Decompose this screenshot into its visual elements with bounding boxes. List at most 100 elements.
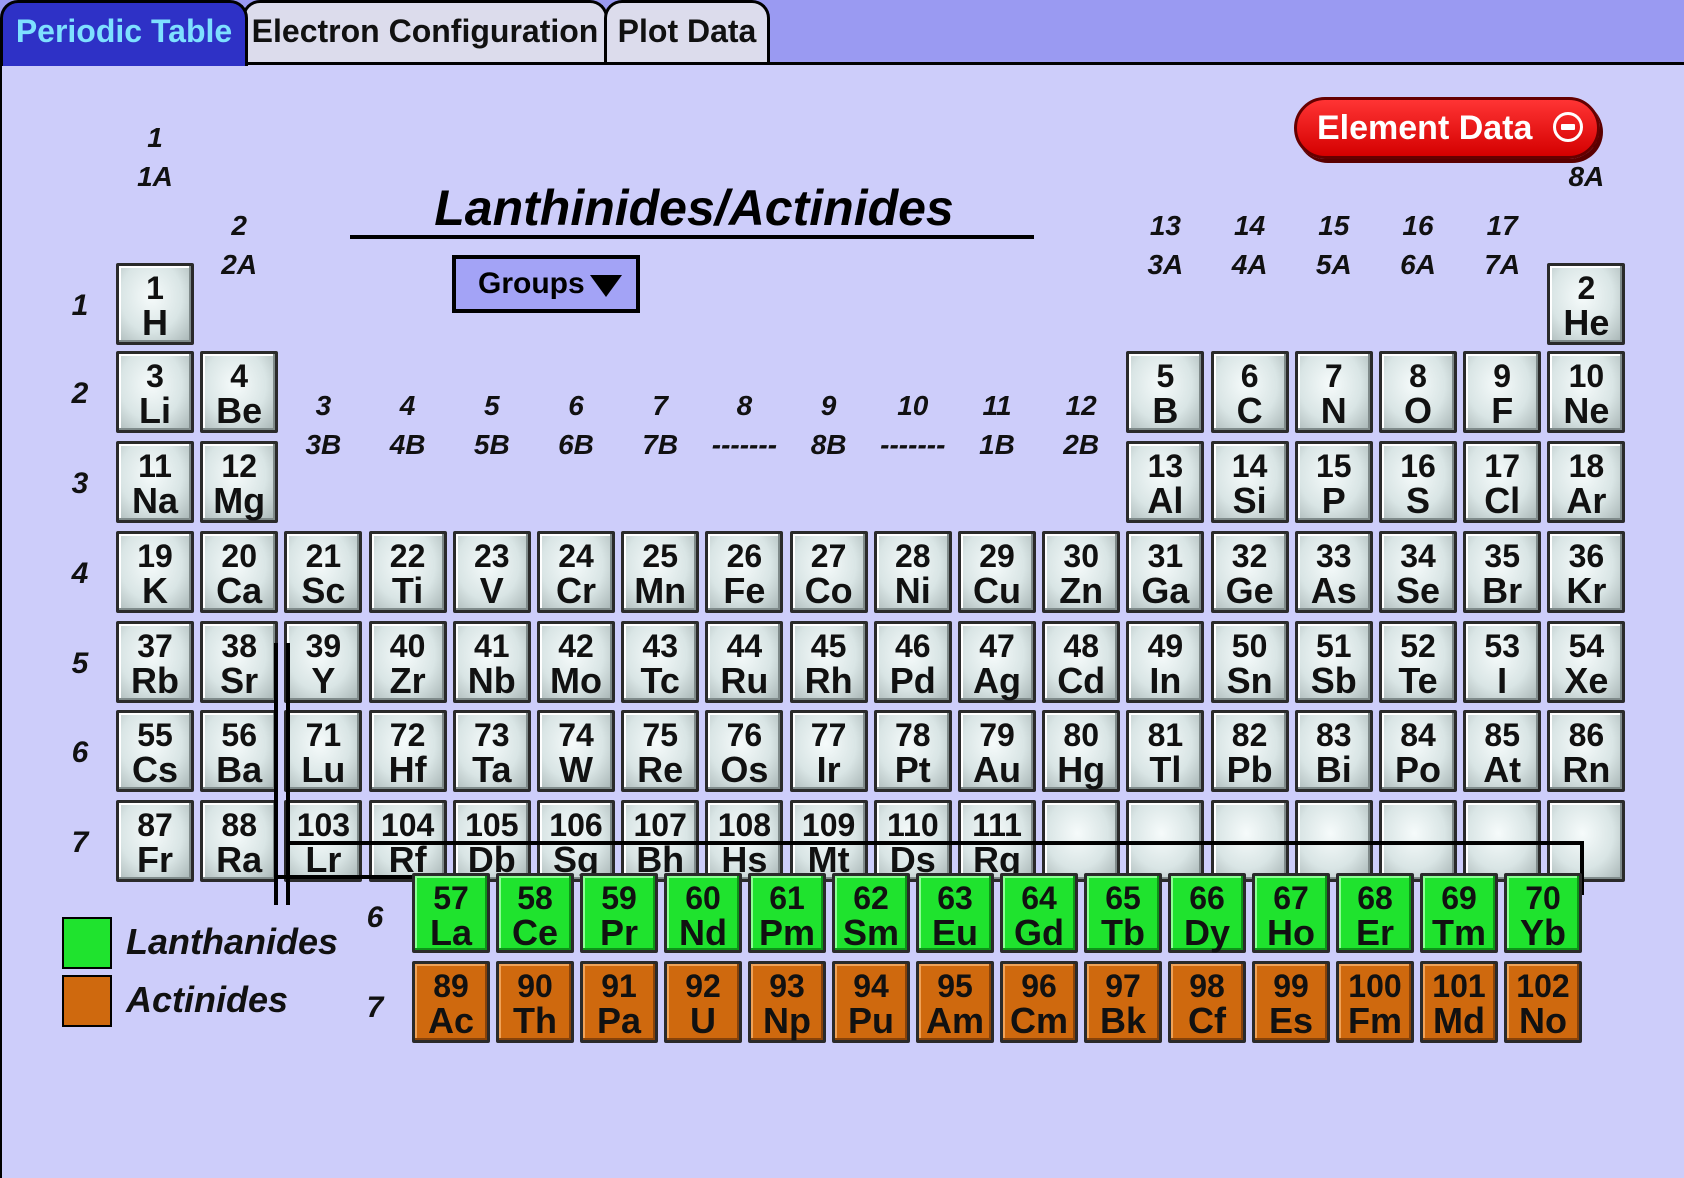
element-cell-cr[interactable]: 24 Cr [537,531,615,613]
element-cell-ra[interactable]: 88 Ra [200,800,279,882]
element-cell-es[interactable]: 99 Es [1252,961,1330,1043]
element-cell-cd[interactable]: 48 Cd [1042,621,1121,703]
element-cell-p[interactable]: 15 P [1294,441,1373,523]
element-cell-y[interactable]: 39 Y [284,621,363,703]
element-cell-lu[interactable]: 71 Lu [284,710,363,792]
element-cell-no[interactable]: 102 No [1504,961,1582,1043]
element-cell-sn[interactable]: 50 Sn [1210,621,1289,703]
element-cell-la[interactable]: 57 La [412,873,490,953]
element-cell-nd[interactable]: 60 Nd [664,873,742,953]
element-cell-li[interactable]: 3 Li [116,351,194,433]
element-cell-ga[interactable]: 31 Ga [1126,531,1205,613]
tab-periodic-table[interactable]: Periodic Table [0,0,248,66]
element-cell-in[interactable]: 49 In [1126,621,1205,703]
element-cell-rh[interactable]: 45 Rh [789,621,868,703]
element-cell-pr[interactable]: 59 Pr [580,873,658,953]
element-cell-w[interactable]: 74 W [537,710,615,792]
element-cell-pa[interactable]: 91 Pa [580,961,658,1043]
groups-dropdown[interactable]: Groups [452,255,640,313]
element-cell-os[interactable]: 76 Os [705,710,784,792]
element-cell-er[interactable]: 68 Er [1336,873,1414,953]
element-cell-rn[interactable]: 86 Rn [1547,710,1626,792]
element-cell-pd[interactable]: 46 Pd [873,621,952,703]
element-cell-pu[interactable]: 94 Pu [832,961,910,1043]
element-cell-pt[interactable]: 78 Pt [873,710,952,792]
element-cell-pm[interactable]: 61 Pm [748,873,826,953]
element-cell-br[interactable]: 35 Br [1463,531,1542,613]
element-cell-ge[interactable]: 32 Ge [1210,531,1289,613]
element-cell-at[interactable]: 85 At [1463,710,1542,792]
element-cell-s[interactable]: 16 S [1379,441,1457,523]
element-cell-tc[interactable]: 43 Tc [621,621,700,703]
element-cell-ru[interactable]: 44 Ru [705,621,784,703]
element-cell-si[interactable]: 14 Si [1210,441,1289,523]
element-cell-b[interactable]: 5B [1126,351,1205,433]
element-cell-ir[interactable]: 77 Ir [789,710,868,792]
element-cell-al[interactable]: 13 Al [1126,441,1205,523]
element-cell-mn[interactable]: 25 Mn [621,531,700,613]
element-cell-tb[interactable]: 65 Tb [1084,873,1162,953]
element-cell-bk[interactable]: 97 Bk [1084,961,1162,1043]
element-cell-sm[interactable]: 62 Sm [832,873,910,953]
element-cell-bi[interactable]: 83 Bi [1294,710,1373,792]
element-cell-hf[interactable]: 72 Hf [368,710,447,792]
element-cell-i[interactable]: 53 I [1463,621,1542,703]
element-cell-gd[interactable]: 64 Gd [1000,873,1078,953]
element-cell-hg[interactable]: 80 Hg [1042,710,1121,792]
element-cell-ne[interactable]: 10 Ne [1547,351,1626,433]
element-cell-na[interactable]: 11 Na [116,441,194,523]
element-cell-sc[interactable]: 21 Sc [284,531,363,613]
element-cell-ag[interactable]: 47 Ag [958,621,1036,703]
element-cell-kr[interactable]: 36 Kr [1547,531,1626,613]
element-cell-o[interactable]: 8O [1379,351,1457,433]
element-cell-md[interactable]: 101 Md [1420,961,1498,1043]
element-cell-co[interactable]: 27 Co [789,531,868,613]
element-cell-mo[interactable]: 42 Mo [537,621,615,703]
element-cell-rb[interactable]: 37 Rb [116,621,194,703]
element-cell-fe[interactable]: 26 Fe [705,531,784,613]
element-cell-au[interactable]: 79 Au [958,710,1036,792]
element-data-button[interactable]: Element Data [1294,97,1600,159]
element-cell-v[interactable]: 23 V [452,531,531,613]
element-cell-c[interactable]: 6C [1210,351,1289,433]
element-cell-sr[interactable]: 38 Sr [200,621,279,703]
element-cell-nb[interactable]: 41 Nb [452,621,531,703]
element-cell-cl[interactable]: 17 Cl [1463,441,1542,523]
element-cell-ni[interactable]: 28 Ni [873,531,952,613]
element-cell-ba[interactable]: 56 Ba [200,710,279,792]
element-cell-pb[interactable]: 82 Pb [1210,710,1289,792]
element-cell-am[interactable]: 95 Am [916,961,994,1043]
element-cell-re[interactable]: 75 Re [621,710,700,792]
element-cell-ce[interactable]: 58 Ce [496,873,574,953]
element-cell-ca[interactable]: 20 Ca [200,531,279,613]
element-cell-ac[interactable]: 89 Ac [412,961,490,1043]
element-cell-fm[interactable]: 100 Fm [1336,961,1414,1043]
element-cell-as[interactable]: 33 As [1294,531,1373,613]
element-cell-zn[interactable]: 30 Zn [1042,531,1121,613]
element-cell-fr[interactable]: 87 Fr [116,800,194,882]
element-cell-ti[interactable]: 22 Ti [368,531,447,613]
element-cell-cu[interactable]: 29 Cu [958,531,1036,613]
element-cell-k[interactable]: 19 K [116,531,194,613]
element-cell-cf[interactable]: 98 Cf [1168,961,1246,1043]
tab-electron-configuration[interactable]: Electron Configuration [242,0,608,62]
element-cell-se[interactable]: 34 Se [1379,531,1457,613]
element-cell-np[interactable]: 93 Np [748,961,826,1043]
element-cell-ta[interactable]: 73 Ta [452,710,531,792]
element-cell-tl[interactable]: 81 Tl [1126,710,1205,792]
element-cell-u[interactable]: 92 U [664,961,742,1043]
element-cell-th[interactable]: 90 Th [496,961,574,1043]
element-cell-be[interactable]: 4 Be [200,351,279,433]
element-cell-eu[interactable]: 63 Eu [916,873,994,953]
element-cell-h[interactable]: 1H [116,263,194,345]
element-cell-mg[interactable]: 12 Mg [200,441,279,523]
element-cell-zr[interactable]: 40 Zr [368,621,447,703]
element-cell-ar[interactable]: 18 Ar [1547,441,1626,523]
element-cell-he[interactable]: 2 He [1547,263,1626,345]
element-cell-po[interactable]: 84 Po [1379,710,1457,792]
element-cell-n[interactable]: 7N [1294,351,1373,433]
element-cell-dy[interactable]: 66 Dy [1168,873,1246,953]
element-cell-ho[interactable]: 67 Ho [1252,873,1330,953]
element-cell-yb[interactable]: 70 Yb [1504,873,1582,953]
element-cell-tm[interactable]: 69 Tm [1420,873,1498,953]
